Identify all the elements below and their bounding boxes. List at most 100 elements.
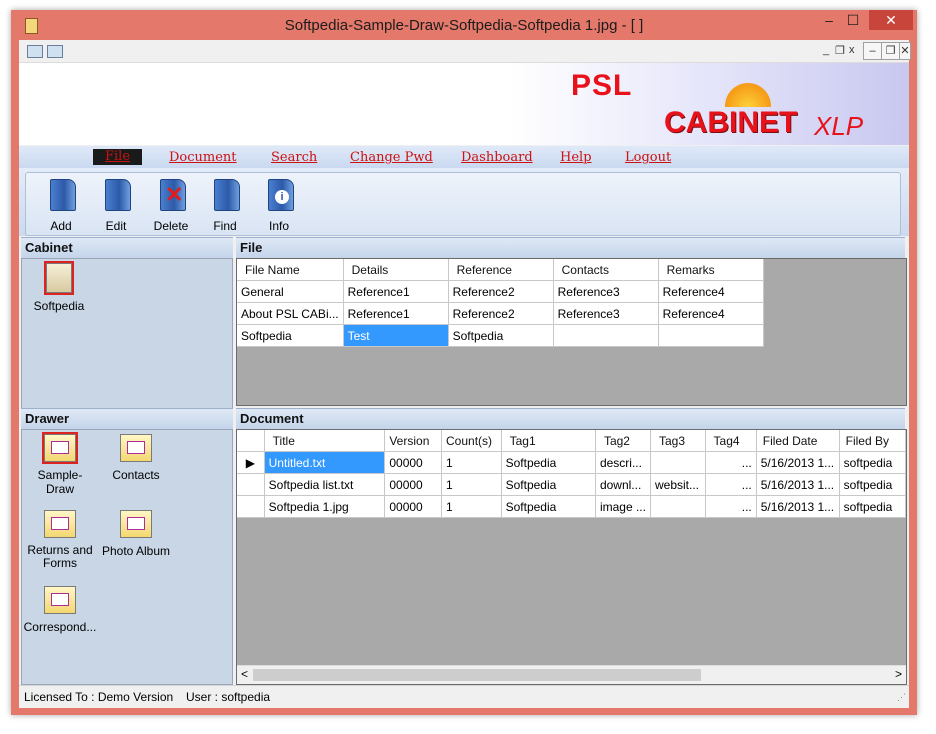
mdi-tile-icon[interactable]: [27, 45, 43, 58]
cell[interactable]: Reference1: [343, 280, 449, 303]
cell[interactable]: 00000: [384, 495, 442, 518]
col-filed-date[interactable]: Filed Date: [756, 430, 840, 452]
resize-grip-icon[interactable]: ⋰: [897, 692, 906, 703]
table-row[interactable]: General Reference1 Reference2 Reference3…: [237, 280, 764, 303]
maximize-button[interactable]: ☐: [841, 10, 865, 30]
col-contacts[interactable]: Contacts: [553, 259, 659, 281]
cell[interactable]: [658, 324, 764, 347]
table-row[interactable]: Softpedia Test Softpedia: [237, 324, 764, 347]
cell[interactable]: 1: [441, 473, 502, 496]
col-tag2[interactable]: Tag2: [595, 430, 651, 452]
license-status: Licensed To : Demo Version: [24, 690, 174, 704]
cell[interactable]: softpedia: [839, 451, 907, 474]
drawer-item-returns-and-forms[interactable]: Returns and Forms: [24, 510, 96, 570]
minimize-button[interactable]: –: [817, 10, 841, 30]
cell[interactable]: Reference2: [448, 302, 554, 325]
close-button[interactable]: ✕: [869, 10, 913, 30]
menu-document[interactable]: Document: [169, 150, 237, 165]
drawer-item-contacts[interactable]: Contacts: [100, 434, 172, 482]
edit-button[interactable]: Edit: [93, 179, 139, 235]
cell[interactable]: Softpedia 1.jpg: [264, 495, 386, 518]
col-counts[interactable]: Count(s): [441, 430, 502, 452]
cell[interactable]: Reference1: [343, 302, 449, 325]
drawer-item-photo-album[interactable]: Photo Album: [100, 510, 172, 558]
col-title[interactable]: Title: [264, 430, 386, 452]
cell[interactable]: About PSL CABi...: [237, 302, 344, 325]
menu-help[interactable]: Help: [560, 150, 592, 165]
cell[interactable]: Softpedia: [448, 324, 554, 347]
cell[interactable]: 5/16/2013 1...: [756, 495, 840, 518]
mdi-minimize-icon[interactable]: _: [823, 44, 829, 56]
cell[interactable]: softpedia: [839, 495, 907, 518]
col-version[interactable]: Version: [384, 430, 442, 452]
cell[interactable]: ...: [705, 451, 757, 474]
cell[interactable]: 00000: [384, 473, 442, 496]
table-row[interactable]: ▶ Untitled.txt 00000 1 Softpedia descri.…: [237, 451, 907, 474]
child-close-button[interactable]: ✕: [899, 42, 911, 60]
cell[interactable]: descri...: [595, 451, 651, 474]
menu-file[interactable]: File: [93, 149, 143, 165]
col-tag1[interactable]: Tag1: [501, 430, 596, 452]
cell[interactable]: Softpedia: [501, 451, 596, 474]
selected-cell[interactable]: Untitled.txt: [264, 451, 386, 474]
cell[interactable]: [650, 495, 706, 518]
col-reference[interactable]: Reference: [448, 259, 554, 281]
cell[interactable]: Softpedia: [237, 324, 344, 347]
menu-dashboard[interactable]: Dashboard: [461, 150, 533, 165]
table-row[interactable]: About PSL CABi... Reference1 Reference2 …: [237, 302, 764, 325]
col-tag4[interactable]: Tag4: [705, 430, 757, 452]
title-bar[interactable]: Softpedia-Sample-Draw-Softpedia-Softpedi…: [11, 10, 917, 40]
cell[interactable]: General: [237, 280, 344, 303]
scroll-right-icon[interactable]: >: [895, 667, 902, 681]
find-button[interactable]: Find: [202, 179, 248, 235]
cell[interactable]: Reference4: [658, 280, 764, 303]
scroll-thumb[interactable]: [253, 669, 701, 681]
menu-logout[interactable]: Logout: [625, 150, 671, 165]
delete-button[interactable]: ✕ Delete: [148, 179, 194, 235]
scroll-left-icon[interactable]: <: [241, 667, 248, 681]
cell[interactable]: ...: [705, 495, 757, 518]
drawer-item-correspond[interactable]: Correspond...: [22, 586, 98, 634]
cell[interactable]: softpedia: [839, 473, 907, 496]
col-file-name[interactable]: File Name: [237, 259, 344, 281]
col-remarks[interactable]: Remarks: [658, 259, 764, 281]
mdi-restore-icon[interactable]: ❐: [835, 44, 845, 57]
cell[interactable]: [650, 451, 706, 474]
cell[interactable]: 1: [441, 451, 502, 474]
menu-change-pwd[interactable]: Change Pwd: [350, 150, 433, 165]
cell[interactable]: 00000: [384, 451, 442, 474]
cell[interactable]: Softpedia: [501, 495, 596, 518]
col-filed-by[interactable]: Filed By: [839, 430, 907, 452]
menu-search[interactable]: Search: [271, 150, 317, 165]
child-restore-button[interactable]: ❐: [881, 42, 900, 60]
cell[interactable]: 1: [441, 495, 502, 518]
cell[interactable]: Softpedia list.txt: [264, 473, 386, 496]
col-details[interactable]: Details: [343, 259, 449, 281]
cell[interactable]: Reference4: [658, 302, 764, 325]
cell[interactable]: 5/16/2013 1...: [756, 473, 840, 496]
selected-cell[interactable]: Test: [343, 324, 449, 347]
cabinet-item[interactable]: Softpedia: [28, 261, 90, 313]
cell[interactable]: websit...: [650, 473, 706, 496]
cell[interactable]: downl...: [595, 473, 651, 496]
table-row[interactable]: Softpedia 1.jpg 00000 1 Softpedia image …: [237, 495, 907, 518]
info-label: Info: [268, 219, 289, 233]
find-label: Find: [213, 219, 237, 233]
cell[interactable]: [553, 324, 659, 347]
cell[interactable]: Softpedia: [501, 473, 596, 496]
table-row[interactable]: Softpedia list.txt 00000 1 Softpedia dow…: [237, 473, 907, 496]
cell[interactable]: 5/16/2013 1...: [756, 451, 840, 474]
cell[interactable]: Reference3: [553, 302, 659, 325]
add-button[interactable]: Add: [38, 179, 84, 235]
cell[interactable]: ...: [705, 473, 757, 496]
mdi-cascade-icon[interactable]: [47, 45, 63, 58]
cell[interactable]: image ...: [595, 495, 651, 518]
cell[interactable]: Reference3: [553, 280, 659, 303]
drawer-item-sample-draw[interactable]: Sample-Draw: [24, 432, 96, 496]
info-button[interactable]: i Info: [256, 179, 302, 235]
mdi-close-icon[interactable]: x: [849, 44, 855, 56]
horizontal-scrollbar[interactable]: < >: [237, 665, 906, 684]
cell[interactable]: Reference2: [448, 280, 554, 303]
col-tag3[interactable]: Tag3: [650, 430, 706, 452]
child-minimize-button[interactable]: –: [863, 42, 882, 60]
